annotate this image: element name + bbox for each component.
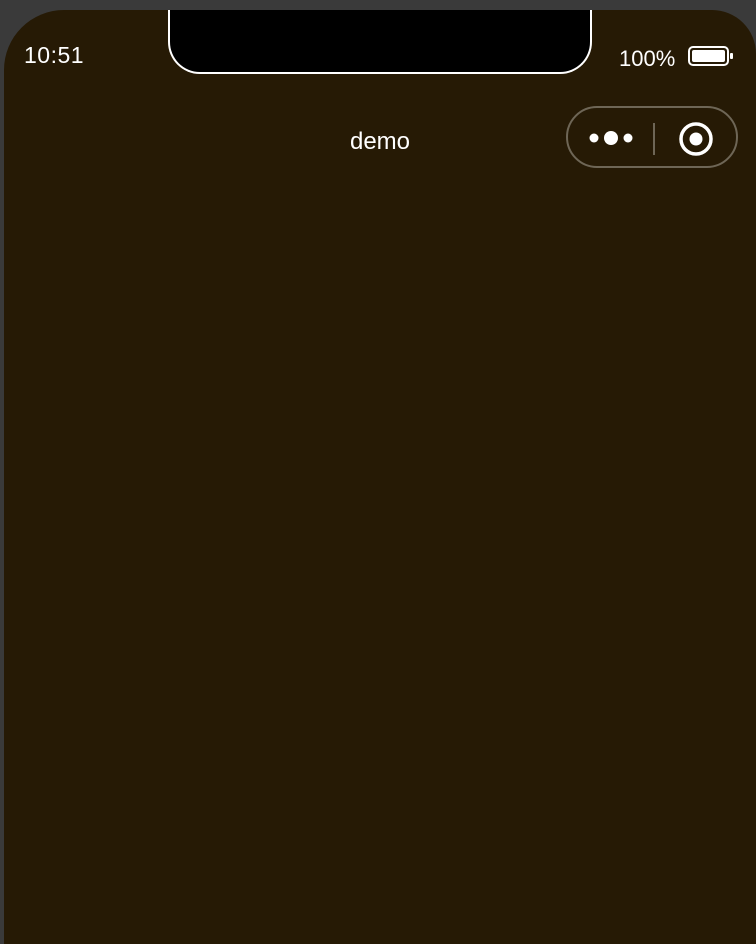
device-notch <box>168 10 592 74</box>
battery-icon <box>688 46 733 66</box>
device-frame: 10:51 100% demo <box>0 0 756 944</box>
status-time: 10:51 <box>24 42 85 68</box>
battery-percent: 100% <box>619 46 676 71</box>
phone-screen: 10:51 100% demo <box>4 10 756 944</box>
capsule-divider <box>653 123 655 155</box>
more-dots-icon[interactable] <box>588 127 634 149</box>
target-circle-icon[interactable] <box>678 121 714 157</box>
menu-capsule <box>566 106 738 168</box>
